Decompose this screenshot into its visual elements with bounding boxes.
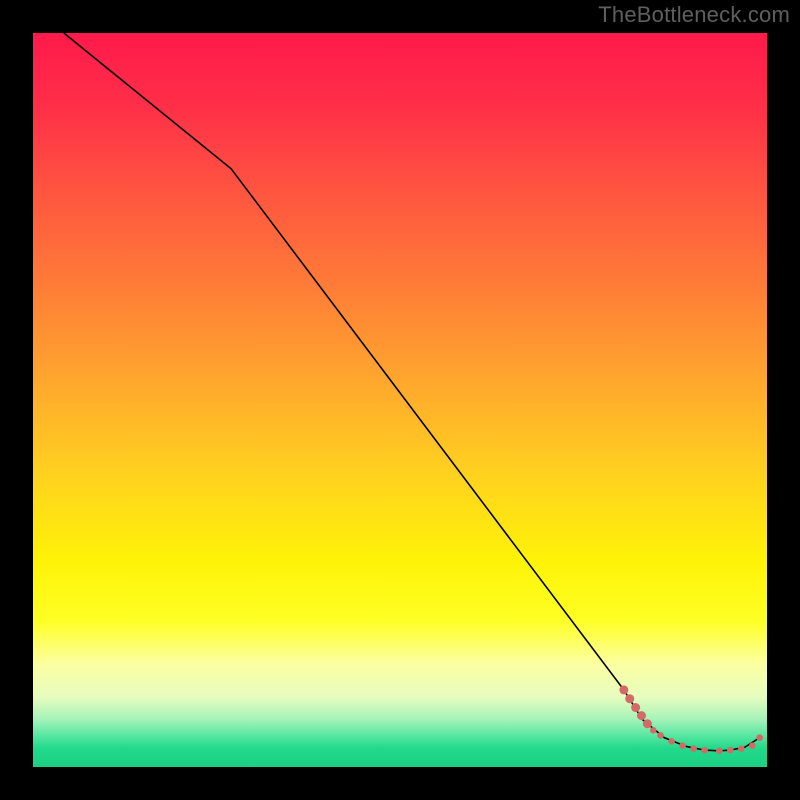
chart-frame: TheBottleneck.com xyxy=(0,0,800,800)
scatter-point xyxy=(619,685,628,694)
scatter-point xyxy=(625,694,634,703)
scatter-point xyxy=(690,745,697,752)
scatter-point xyxy=(716,748,723,755)
plot-area xyxy=(33,33,767,767)
scatter-point xyxy=(749,742,756,749)
watermark-text: TheBottleneck.com xyxy=(598,2,790,28)
scatter-point xyxy=(643,719,652,728)
bottleneck-curve xyxy=(64,33,760,751)
scatter-point xyxy=(631,703,640,712)
scatter-point xyxy=(637,711,646,720)
scatter-point xyxy=(727,747,734,754)
scatter-point xyxy=(756,734,763,741)
scatter-point xyxy=(738,745,745,752)
scatter-point xyxy=(668,738,675,745)
scatter-point xyxy=(657,732,664,739)
scatter-point xyxy=(701,747,708,754)
scatter-point xyxy=(650,727,657,734)
optimal-zone-points xyxy=(619,685,763,754)
chart-overlay xyxy=(33,33,767,767)
scatter-point xyxy=(679,742,686,749)
